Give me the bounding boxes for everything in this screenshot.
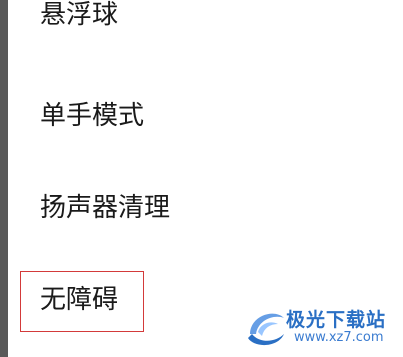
settings-item-label: 悬浮球 <box>40 0 119 30</box>
settings-item-float-ball[interactable]: 悬浮球 <box>8 0 403 54</box>
watermark-site-name: 极光下载站 <box>286 309 387 331</box>
window-left-edge <box>0 0 8 357</box>
settings-item-label: 单手模式 <box>40 101 145 131</box>
highlight-box <box>20 271 144 332</box>
settings-item-label: 扬声器清理 <box>40 193 171 223</box>
watermark: 极光下载站 www.xz7.com <box>244 302 400 354</box>
settings-item-one-hand-mode[interactable]: 单手模式 <box>8 86 403 146</box>
watermark-url: www.xz7.com <box>294 330 384 345</box>
aurora-swirl-logo-icon <box>248 313 284 346</box>
settings-item-speaker-cleaning[interactable]: 扬声器清理 <box>8 178 403 238</box>
